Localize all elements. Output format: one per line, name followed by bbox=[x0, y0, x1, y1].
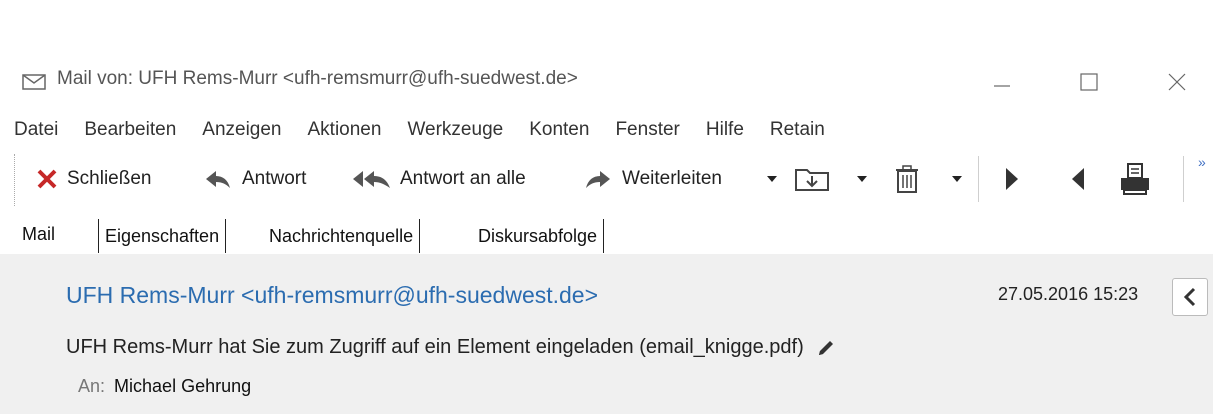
trash-icon bbox=[896, 165, 918, 193]
recipient-row: An: Michael Gehrung bbox=[78, 376, 251, 397]
print-button[interactable] bbox=[1118, 162, 1152, 196]
toolbar-grip bbox=[14, 154, 17, 206]
next-button[interactable] bbox=[1004, 162, 1020, 196]
previous-button[interactable] bbox=[1070, 162, 1086, 196]
toolbar-overflow-chevron[interactable]: » bbox=[1198, 154, 1206, 170]
forward-button[interactable]: Weiterleiten bbox=[584, 162, 722, 196]
recipient-name[interactable]: Michael Gehrung bbox=[114, 376, 251, 396]
move-to-folder-icon bbox=[795, 169, 829, 191]
minimize-icon bbox=[994, 85, 1010, 87]
to-label: An: bbox=[78, 376, 106, 396]
toolbar-separator bbox=[1183, 156, 1184, 202]
tab-mail[interactable]: Mail bbox=[22, 215, 55, 253]
chevron-down-icon bbox=[952, 176, 962, 182]
reply-all-icon bbox=[353, 171, 390, 188]
close-label: Schließen bbox=[67, 168, 152, 189]
delete-dropdown[interactable] bbox=[951, 162, 963, 196]
reply-icon bbox=[206, 171, 230, 188]
delete-button[interactable] bbox=[892, 162, 922, 196]
tab-eigenschaften[interactable]: Eigenschaften bbox=[98, 219, 227, 253]
collapse-header-button[interactable] bbox=[1172, 278, 1208, 316]
window-title: Mail von: UFH Rems-Murr <ufh-remsmurr@uf… bbox=[57, 68, 578, 89]
close-window-icon bbox=[1168, 73, 1186, 91]
maximize-icon bbox=[1080, 73, 1098, 91]
reply-all-label: Antwort an alle bbox=[400, 168, 526, 189]
forward-icon bbox=[586, 171, 610, 188]
menu-anzeigen[interactable]: Anzeigen bbox=[189, 119, 294, 141]
menu-bar: Datei Bearbeiten Anzeigen Aktionen Werkz… bbox=[0, 114, 838, 146]
message-subject: UFH Rems-Murr hat Sie zum Zugriff auf ei… bbox=[66, 336, 836, 359]
tab-nachrichtenquelle[interactable]: Nachrichtenquelle bbox=[263, 219, 421, 253]
move-dropdown[interactable] bbox=[856, 162, 868, 196]
previous-icon bbox=[1072, 168, 1084, 190]
reply-button[interactable]: Antwort bbox=[204, 162, 306, 196]
mail-icon bbox=[22, 74, 46, 90]
close-x-icon bbox=[37, 169, 57, 189]
subject-text: UFH Rems-Murr hat Sie zum Zugriff auf ei… bbox=[66, 336, 804, 358]
pencil-icon[interactable] bbox=[816, 338, 836, 358]
close-button[interactable]: Schließen bbox=[36, 162, 152, 196]
message-header: UFH Rems-Murr <ufh-remsmurr@ufh-suedwest… bbox=[0, 254, 1213, 414]
toolbar: Schließen Antwort Antwort an alle Weiter… bbox=[0, 148, 1213, 210]
chevron-left-icon bbox=[1183, 287, 1196, 307]
forward-dropdown[interactable] bbox=[766, 162, 778, 196]
chevron-down-icon bbox=[857, 176, 867, 182]
menu-werkzeuge[interactable]: Werkzeuge bbox=[394, 119, 516, 141]
menu-konten[interactable]: Konten bbox=[516, 119, 602, 141]
menu-aktionen[interactable]: Aktionen bbox=[295, 119, 395, 141]
minimize-button[interactable] bbox=[982, 64, 1022, 100]
message-date: 27.05.2016 15:23 bbox=[998, 284, 1139, 304]
forward-label: Weiterleiten bbox=[622, 168, 722, 189]
next-icon bbox=[1006, 168, 1018, 190]
reply-label: Antwort bbox=[242, 168, 307, 189]
message-tabs: Mail Eigenschaften Nachrichtenquelle Dis… bbox=[0, 212, 1213, 254]
close-window-button[interactable] bbox=[1157, 64, 1197, 100]
move-to-folder-button[interactable] bbox=[794, 162, 832, 196]
tab-diskursabfolge[interactable]: Diskursabfolge bbox=[472, 219, 605, 253]
toolbar-separator bbox=[978, 156, 979, 202]
menu-retain[interactable]: Retain bbox=[757, 119, 838, 141]
menu-fenster[interactable]: Fenster bbox=[602, 119, 692, 141]
menu-datei[interactable]: Datei bbox=[0, 119, 71, 141]
maximize-button[interactable] bbox=[1069, 64, 1109, 100]
menu-bearbeiten[interactable]: Bearbeiten bbox=[71, 119, 189, 141]
chevron-down-icon bbox=[767, 176, 777, 182]
reply-all-button[interactable]: Antwort an alle bbox=[352, 162, 526, 196]
print-icon bbox=[1121, 163, 1149, 195]
title-bar: Mail von: UFH Rems-Murr <ufh-remsmurr@uf… bbox=[0, 54, 1213, 106]
menu-hilfe[interactable]: Hilfe bbox=[693, 119, 757, 141]
sender-address[interactable]: UFH Rems-Murr <ufh-remsmurr@ufh-suedwest… bbox=[66, 282, 598, 309]
